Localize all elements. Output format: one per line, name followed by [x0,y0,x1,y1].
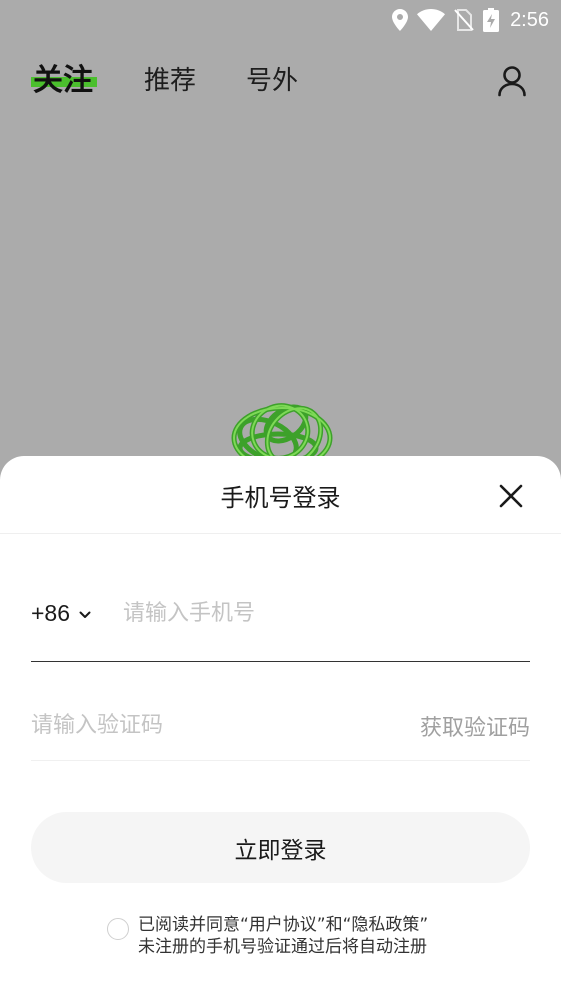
country-code-selector[interactable]: +86 [31,598,91,628]
code-row: 获取验证码 [31,692,530,761]
status-bar: 2:56 [0,0,561,40]
privacy-policy-link[interactable]: “隐私政策” [343,915,429,935]
user-icon[interactable] [497,65,527,97]
sheet-header: 手机号登录 [0,456,561,534]
agreement-line: 已阅读并同意“用户协议”和“隐私政策” [138,914,428,936]
verification-code-input[interactable] [31,706,361,744]
agree-checkbox[interactable] [107,918,129,940]
tab-recommend[interactable]: 推荐 [144,58,196,104]
chevron-down-icon [70,604,91,623]
tab-outside[interactable]: 号外 [246,58,298,104]
get-code-button[interactable]: 获取验证码 [420,710,530,742]
battery-charging-icon [483,8,500,32]
status-icons: 2:56 [392,6,549,34]
agreement-prefix: 已阅读并同意 [138,915,240,935]
tab-follow[interactable]: 关注 [31,58,97,104]
user-agreement-link[interactable]: “用户协议” [240,915,326,935]
country-code-label: +86 [31,599,71,626]
wifi-icon [417,9,446,31]
location-icon [392,9,409,31]
login-sheet: 手机号登录 +86 获取验证码 立即登录 已阅读并同意“用户协议”和“隐私政策”… [0,456,561,999]
tab-label: 关注 [33,63,93,98]
phone-input[interactable] [123,594,523,632]
status-time: 2:56 [510,8,549,31]
auto-register-note: 未注册的手机号验证通过后将自动注册 [138,937,427,957]
login-button[interactable]: 立即登录 [31,812,530,883]
no-sim-icon [454,9,474,31]
agreement-text: 已阅读并同意“用户协议”和“隐私政策” 未注册的手机号验证通过后将自动注册 [138,914,428,958]
top-nav: 关注 推荐 号外 [0,58,561,104]
close-icon[interactable] [497,482,525,510]
phone-row: +86 [31,582,530,662]
agreement-and: 和 [325,915,343,935]
sheet-title: 手机号登录 [220,484,341,512]
